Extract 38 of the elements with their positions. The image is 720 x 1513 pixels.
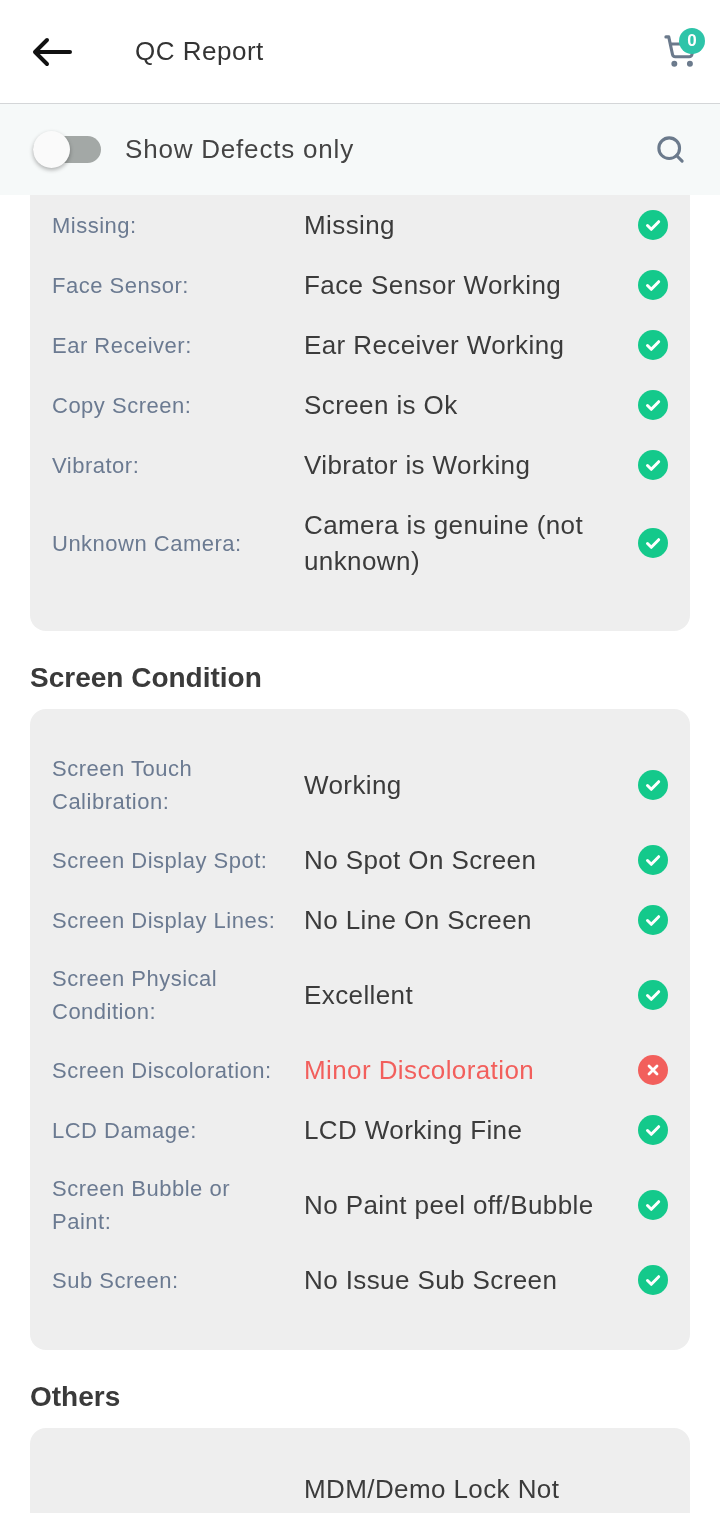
- search-icon[interactable]: [655, 134, 686, 165]
- row-value: No Issue Sub Screen: [304, 1264, 558, 1297]
- row-label: Screen Bubble or Paint:: [52, 1175, 231, 1236]
- row-value: Excellent: [304, 979, 414, 1012]
- row-label: Copy Screen:: [52, 391, 192, 420]
- row-label: Missing:: [52, 211, 137, 240]
- row-label: Screen Physical Condition:: [52, 965, 219, 1026]
- row-value: No Paint peel off/Bubble: [304, 1189, 594, 1222]
- page-title: QC Report: [135, 35, 264, 68]
- row-value: Minor Discoloration: [304, 1054, 535, 1087]
- row-value: No Spot On Screen: [304, 844, 537, 877]
- row-value: Camera is genuine (not unknown): [304, 509, 585, 578]
- row-value: Missing: [304, 209, 395, 242]
- row-value: Screen is Ok: [304, 389, 458, 422]
- row-value: Vibrator is Working: [304, 449, 531, 482]
- row-label: Screen Discoloration:: [52, 1056, 272, 1085]
- row-value: LCD Working Fine: [304, 1114, 523, 1147]
- section-heading: Screen Condition: [30, 661, 262, 695]
- row-value: Ear Receiver Working: [304, 329, 565, 362]
- cart-badge: 0: [679, 27, 705, 54]
- back-arrow-icon: [32, 36, 72, 67]
- row-label: LCD Damage:: [52, 1116, 197, 1145]
- section-heading: Others: [30, 1380, 121, 1414]
- filter-label: Show Defects only: [125, 133, 354, 166]
- row-label: Vibrator:: [52, 451, 140, 480]
- row-value: MDM/Demo Lock Not: [304, 1473, 560, 1506]
- row-label: Unknown Camera:: [52, 529, 242, 558]
- toggle-switch[interactable]: [33, 131, 101, 168]
- row-value: Face Sensor Working: [304, 269, 562, 302]
- row-label: Screen Display Spot:: [52, 846, 268, 875]
- row-label: Face Sensor:: [52, 271, 189, 300]
- row-label: Screen Touch Calibration:: [52, 755, 194, 816]
- row-value: No Line On Screen: [304, 904, 532, 937]
- back-button[interactable]: [32, 36, 72, 67]
- row-label: Ear Receiver:: [52, 331, 192, 360]
- row-label: Screen Display Lines:: [52, 906, 276, 935]
- row-value: Working: [304, 769, 402, 802]
- row-label: Sub Screen:: [52, 1266, 179, 1295]
